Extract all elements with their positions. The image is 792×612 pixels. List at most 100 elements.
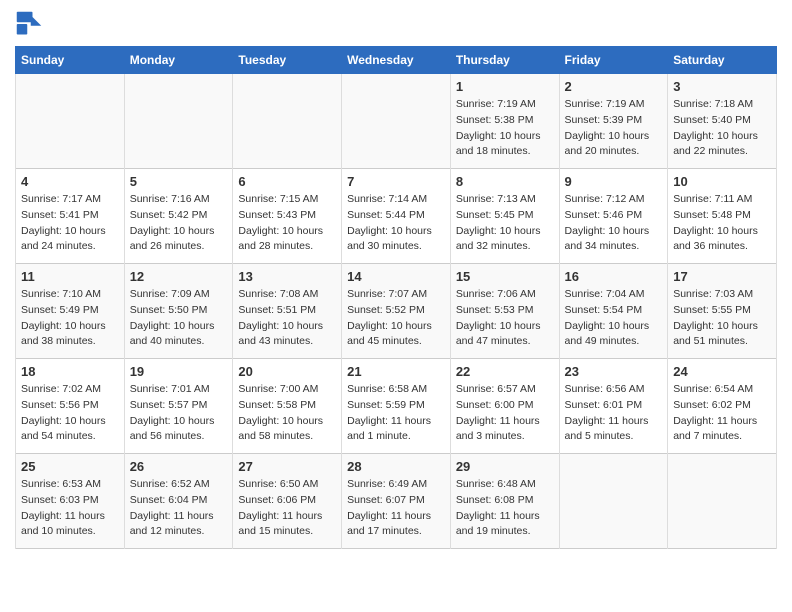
day-info: Sunrise: 7:17 AM Sunset: 5:41 PM Dayligh…: [21, 192, 119, 255]
day-info: Sunrise: 6:58 AM Sunset: 5:59 PM Dayligh…: [347, 382, 445, 445]
day-number: 18: [21, 364, 119, 379]
day-info: Sunrise: 7:04 AM Sunset: 5:54 PM Dayligh…: [565, 287, 663, 350]
calendar-cell: 21 Sunrise: 6:58 AM Sunset: 5:59 PM Dayli…: [342, 359, 451, 454]
calendar-cell: 24 Sunrise: 6:54 AM Sunset: 6:02 PM Dayli…: [668, 359, 777, 454]
day-info: Sunrise: 7:18 AM Sunset: 5:40 PM Dayligh…: [673, 97, 771, 160]
calendar-week-row: 1 Sunrise: 7:19 AM Sunset: 5:38 PM Daylig…: [16, 74, 777, 169]
day-number: 28: [347, 459, 445, 474]
calendar-cell: 23 Sunrise: 6:56 AM Sunset: 6:01 PM Dayli…: [559, 359, 668, 454]
day-number: 22: [456, 364, 554, 379]
day-number: 13: [238, 269, 336, 284]
day-number: 10: [673, 174, 771, 189]
weekday-header-tuesday: Tuesday: [233, 47, 342, 74]
calendar-cell: 26Sunrise: 6:52 AM Sunset: 6:04 PM Dayli…: [124, 454, 233, 549]
calendar-cell: 27 Sunrise: 6:50 AM Sunset: 6:06 PM Dayli…: [233, 454, 342, 549]
day-number: 19: [130, 364, 228, 379]
day-info: Sunrise: 6:54 AM Sunset: 6:02 PM Dayligh…: [673, 382, 771, 445]
calendar-cell: 25 Sunrise: 6:53 AM Sunset: 6:03 PM Dayli…: [16, 454, 125, 549]
day-info: Sunrise: 7:09 AM Sunset: 5:50 PM Dayligh…: [130, 287, 228, 350]
day-info: Sunrise: 7:12 AM Sunset: 5:46 PM Dayligh…: [565, 192, 663, 255]
day-number: 21: [347, 364, 445, 379]
logo-icon: [15, 10, 43, 38]
day-number: 27: [238, 459, 336, 474]
day-number: 12: [130, 269, 228, 284]
calendar-cell: 20Sunrise: 7:00 AM Sunset: 5:58 PM Dayli…: [233, 359, 342, 454]
calendar-cell: 5 Sunrise: 7:16 AM Sunset: 5:42 PM Daylig…: [124, 169, 233, 264]
day-info: Sunrise: 7:14 AM Sunset: 5:44 PM Dayligh…: [347, 192, 445, 255]
day-info: Sunrise: 7:15 AM Sunset: 5:43 PM Dayligh…: [238, 192, 336, 255]
day-info: Sunrise: 6:49 AM Sunset: 6:07 PM Dayligh…: [347, 477, 445, 540]
calendar-cell: 22 Sunrise: 6:57 AM Sunset: 6:00 PM Dayli…: [450, 359, 559, 454]
calendar-cell: 2 Sunrise: 7:19 AM Sunset: 5:39 PM Daylig…: [559, 74, 668, 169]
day-info: Sunrise: 7:13 AM Sunset: 5:45 PM Dayligh…: [456, 192, 554, 255]
calendar-cell: 9 Sunrise: 7:12 AM Sunset: 5:46 PM Daylig…: [559, 169, 668, 264]
day-number: 4: [21, 174, 119, 189]
day-number: 25: [21, 459, 119, 474]
calendar-cell: [124, 74, 233, 169]
day-number: 9: [565, 174, 663, 189]
weekday-header-sunday: Sunday: [16, 47, 125, 74]
day-number: 29: [456, 459, 554, 474]
day-info: Sunrise: 7:08 AM Sunset: 5:51 PM Dayligh…: [238, 287, 336, 350]
day-info: Sunrise: 7:11 AM Sunset: 5:48 PM Dayligh…: [673, 192, 771, 255]
day-info: Sunrise: 7:19 AM Sunset: 5:39 PM Dayligh…: [565, 97, 663, 160]
day-number: 24: [673, 364, 771, 379]
weekday-header-friday: Friday: [559, 47, 668, 74]
day-info: Sunrise: 6:48 AM Sunset: 6:08 PM Dayligh…: [456, 477, 554, 540]
day-number: 17: [673, 269, 771, 284]
day-number: 5: [130, 174, 228, 189]
calendar-cell: 19 Sunrise: 7:01 AM Sunset: 5:57 PM Dayli…: [124, 359, 233, 454]
logo: [15, 10, 47, 38]
calendar-cell: [668, 454, 777, 549]
calendar-cell: 6 Sunrise: 7:15 AM Sunset: 5:43 PM Daylig…: [233, 169, 342, 264]
calendar-week-row: 11 Sunrise: 7:10 AM Sunset: 5:49 PM Dayli…: [16, 264, 777, 359]
weekday-header-thursday: Thursday: [450, 47, 559, 74]
calendar-cell: 14 Sunrise: 7:07 AM Sunset: 5:52 PM Dayli…: [342, 264, 451, 359]
day-number: 26: [130, 459, 228, 474]
calendar-cell: 29 Sunrise: 6:48 AM Sunset: 6:08 PM Dayli…: [450, 454, 559, 549]
day-number: 8: [456, 174, 554, 189]
header: [15, 10, 777, 38]
calendar-cell: [16, 74, 125, 169]
day-info: Sunrise: 6:56 AM Sunset: 6:01 PM Dayligh…: [565, 382, 663, 445]
day-number: 11: [21, 269, 119, 284]
day-number: 6: [238, 174, 336, 189]
day-info: Sunrise: 6:57 AM Sunset: 6:00 PM Dayligh…: [456, 382, 554, 445]
weekday-header-wednesday: Wednesday: [342, 47, 451, 74]
calendar-week-row: 4 Sunrise: 7:17 AM Sunset: 5:41 PM Daylig…: [16, 169, 777, 264]
day-number: 16: [565, 269, 663, 284]
day-number: 7: [347, 174, 445, 189]
day-number: 2: [565, 79, 663, 94]
weekday-header-monday: Monday: [124, 47, 233, 74]
day-number: 23: [565, 364, 663, 379]
calendar-cell: [233, 74, 342, 169]
day-number: 14: [347, 269, 445, 284]
day-info: Sunrise: 7:06 AM Sunset: 5:53 PM Dayligh…: [456, 287, 554, 350]
calendar-cell: 7 Sunrise: 7:14 AM Sunset: 5:44 PM Daylig…: [342, 169, 451, 264]
day-info: Sunrise: 7:19 AM Sunset: 5:38 PM Dayligh…: [456, 97, 554, 160]
day-number: 20: [238, 364, 336, 379]
calendar-cell: 8 Sunrise: 7:13 AM Sunset: 5:45 PM Daylig…: [450, 169, 559, 264]
day-info: Sunrise: 7:02 AM Sunset: 5:56 PM Dayligh…: [21, 382, 119, 445]
day-number: 1: [456, 79, 554, 94]
day-info: Sunrise: 6:53 AM Sunset: 6:03 PM Dayligh…: [21, 477, 119, 540]
calendar-cell: 18 Sunrise: 7:02 AM Sunset: 5:56 PM Dayli…: [16, 359, 125, 454]
calendar-cell: 11 Sunrise: 7:10 AM Sunset: 5:49 PM Dayli…: [16, 264, 125, 359]
calendar-header-row: SundayMondayTuesdayWednesdayThursdayFrid…: [16, 47, 777, 74]
day-info: Sunrise: 7:10 AM Sunset: 5:49 PM Dayligh…: [21, 287, 119, 350]
day-info: Sunrise: 7:16 AM Sunset: 5:42 PM Dayligh…: [130, 192, 228, 255]
calendar-cell: 12 Sunrise: 7:09 AM Sunset: 5:50 PM Dayli…: [124, 264, 233, 359]
day-info: Sunrise: 7:07 AM Sunset: 5:52 PM Dayligh…: [347, 287, 445, 350]
calendar-cell: 13 Sunrise: 7:08 AM Sunset: 5:51 PM Dayli…: [233, 264, 342, 359]
calendar-cell: 10 Sunrise: 7:11 AM Sunset: 5:48 PM Dayli…: [668, 169, 777, 264]
day-info: Sunrise: 7:03 AM Sunset: 5:55 PM Dayligh…: [673, 287, 771, 350]
day-number: 3: [673, 79, 771, 94]
calendar-cell: 4 Sunrise: 7:17 AM Sunset: 5:41 PM Daylig…: [16, 169, 125, 264]
weekday-header-saturday: Saturday: [668, 47, 777, 74]
day-info: Sunrise: 7:01 AM Sunset: 5:57 PM Dayligh…: [130, 382, 228, 445]
day-number: 15: [456, 269, 554, 284]
day-info: Sunrise: 6:50 AM Sunset: 6:06 PM Dayligh…: [238, 477, 336, 540]
calendar-cell: 28 Sunrise: 6:49 AM Sunset: 6:07 PM Dayli…: [342, 454, 451, 549]
calendar-cell: 17 Sunrise: 7:03 AM Sunset: 5:55 PM Dayli…: [668, 264, 777, 359]
calendar-cell: 3 Sunrise: 7:18 AM Sunset: 5:40 PM Daylig…: [668, 74, 777, 169]
